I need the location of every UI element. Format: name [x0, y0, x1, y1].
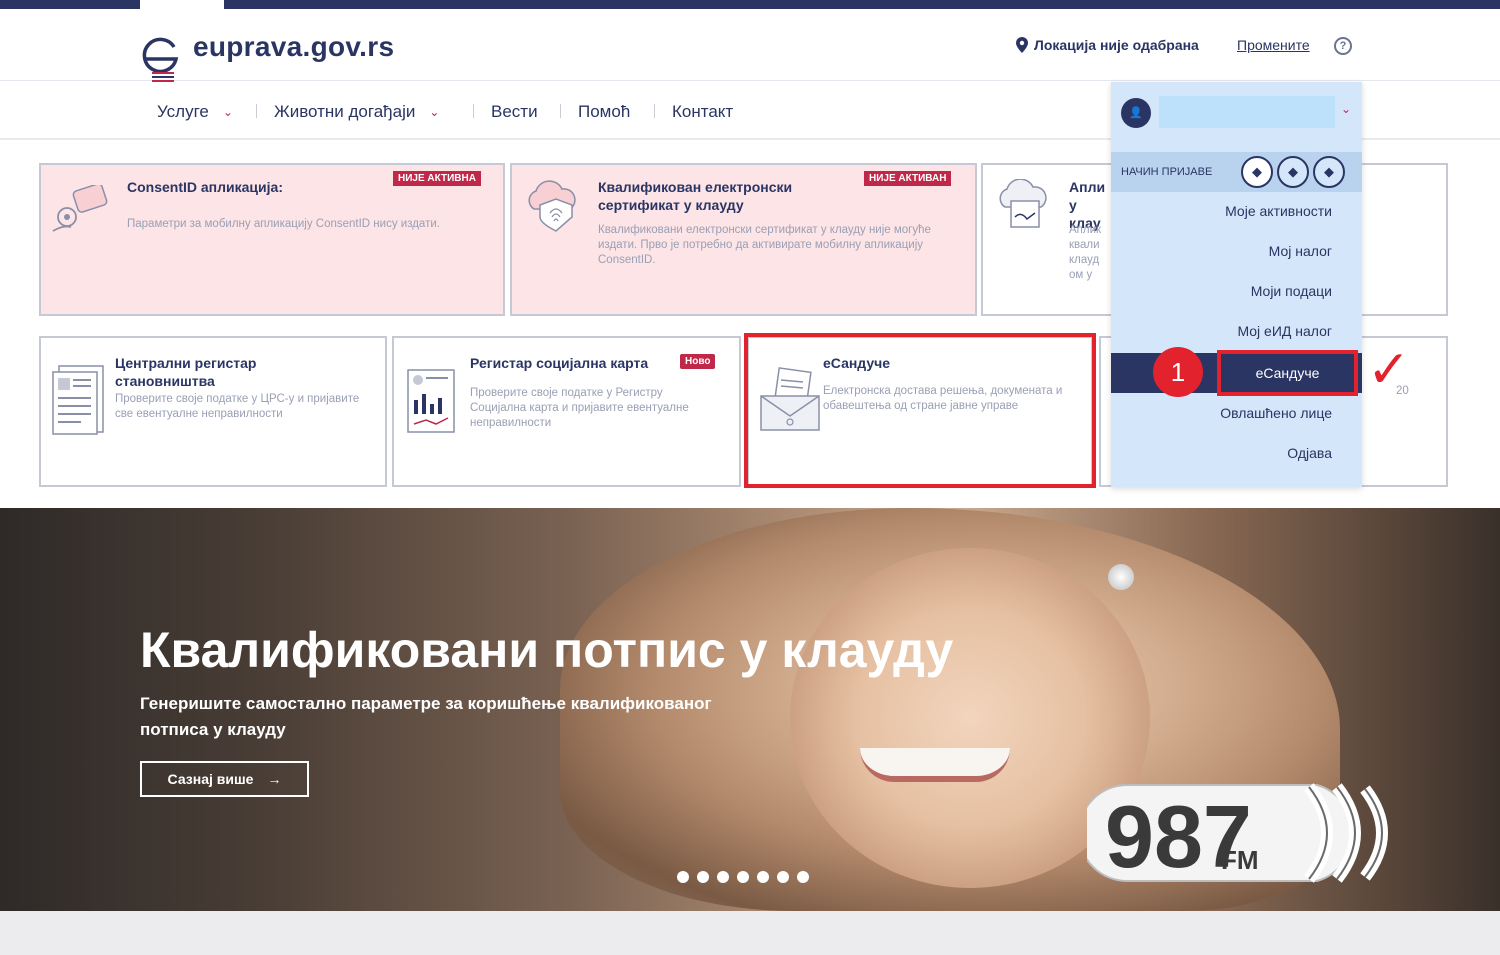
carousel-dot[interactable]: [697, 871, 709, 883]
nav-item-life-events[interactable]: Животни догађаји ⌄: [274, 102, 439, 122]
card-social-card-registry[interactable]: Регистар социјална карта Ново Проверите …: [392, 336, 741, 487]
esanduce-highlight: [744, 333, 1096, 488]
nav-item-help[interactable]: Помоћ: [578, 102, 630, 122]
card-description: Квалификовани електронски сертификат у к…: [598, 224, 931, 266]
card-consentid[interactable]: ConsentID апликација: НИЈЕ АКТИВНА Парам…: [39, 163, 505, 316]
carousel-dot[interactable]: [677, 871, 689, 883]
chevron-down-icon[interactable]: ⌄: [1341, 102, 1351, 116]
carousel-dot[interactable]: [777, 871, 789, 883]
card-title: Квалификован електронски сертификат у кл…: [598, 179, 793, 213]
watermark-unit: FM: [1221, 845, 1259, 875]
menu-item-logout[interactable]: Одјава: [1287, 445, 1332, 461]
status-badge: НИЈЕ АКТИВНА: [393, 171, 481, 186]
nav-item-label: Контакт: [672, 102, 734, 121]
location-text: Локација није одабрана: [1034, 37, 1199, 53]
nav-item-label: Вести: [491, 102, 538, 121]
step-number-badge: 1: [1153, 347, 1203, 397]
nav-divider: [256, 104, 257, 118]
login-method-row: НАЧИН ПРИЈАВЕ ◆ ◆ ◆: [1111, 152, 1362, 192]
carousel-dot[interactable]: [797, 871, 809, 883]
menu-item-esanduce[interactable]: еСандуче: [1217, 350, 1358, 396]
carousel-dot[interactable]: [717, 871, 729, 883]
hero-photo-earring: [1108, 564, 1134, 590]
nav-divider: [473, 104, 474, 118]
chart-document-icon: [407, 369, 455, 433]
help-icon[interactable]: ?: [1334, 37, 1352, 55]
login-method-label: НАЧИН ПРИЈАВЕ: [1121, 166, 1213, 178]
nav-item-news[interactable]: Вести: [491, 102, 538, 122]
hero-photo-smile: [860, 748, 1010, 782]
learn-more-label: Сазнај више: [167, 771, 254, 787]
nav-item-label: Помоћ: [578, 102, 631, 121]
status-badge: НИЈЕ АКТИВАН: [864, 171, 952, 186]
checkmark-icon: ✓: [1367, 341, 1411, 399]
card-central-registry[interactable]: Централни регистар становништва Проверит…: [39, 336, 387, 487]
nav-item-services[interactable]: Услуге ⌄: [157, 102, 233, 122]
menu-item-my-eid-account[interactable]: Мој еИД налог: [1237, 323, 1332, 339]
user-avatar-icon[interactable]: 👤: [1121, 98, 1151, 128]
login-level-3-icon[interactable]: ◆: [1313, 156, 1345, 188]
hero-title: Квалификовани потпис у клауду: [140, 622, 954, 678]
carousel-dots: [677, 871, 809, 883]
nav-item-label: Животни догађаји: [274, 102, 416, 121]
learn-more-button[interactable]: Сазнај више →: [140, 761, 309, 797]
user-menu-dropdown: 👤 ⌄ НАЧИН ПРИЈАВЕ ◆ ◆ ◆ Моје активности …: [1111, 82, 1362, 487]
carousel-dot[interactable]: [757, 871, 769, 883]
location-change-link[interactable]: Промените: [1237, 37, 1310, 53]
location-status: Локација није одабрана: [1016, 37, 1199, 53]
card-cloud-certificate[interactable]: Квалификован електронски сертификат у кл…: [510, 163, 977, 316]
menu-item-my-account[interactable]: Мој налог: [1269, 243, 1332, 259]
carousel-dot[interactable]: [737, 871, 749, 883]
menu-item-my-data[interactable]: Моји подаци: [1251, 283, 1332, 299]
radio-987fm-logo: 987 FM: [1087, 783, 1388, 885]
card-title: Централни регистар становништва: [115, 355, 257, 389]
nav-item-label: Услуге: [157, 102, 209, 121]
site-header: euprava.gov.rs Локација није одабрана Пр…: [0, 9, 1500, 83]
cloud-document-icon: [999, 179, 1047, 228]
card-description: Проверите своје податке у ЦРС-у и пријав…: [115, 393, 360, 420]
cloud-fingerprint-icon: [528, 180, 576, 232]
location-pin-icon: [1016, 37, 1028, 53]
card-description: Параметри за мобилну апликацију ConsentI…: [127, 218, 440, 230]
login-level-2-icon[interactable]: ◆: [1277, 156, 1309, 188]
hero-subtitle: Генеришите самостално параметре за кориш…: [140, 694, 712, 739]
registry-document-icon: [52, 365, 104, 435]
top-accent-gap: [140, 0, 224, 9]
nav-item-contact[interactable]: Контакт: [672, 102, 733, 122]
login-level-1-icon[interactable]: ◆: [1241, 156, 1273, 188]
menu-item-authorized-person[interactable]: Овлашћено лице: [1220, 405, 1332, 421]
chevron-down-icon: ⌄: [222, 105, 233, 119]
card-title: ConsentID апликација:: [127, 179, 283, 195]
arrow-right-icon: →: [267, 771, 282, 787]
chevron-down-icon: ⌄: [429, 105, 440, 119]
card-description: Аплик квали клауд ом у: [1069, 224, 1102, 281]
menu-item-my-activities[interactable]: Моје активности: [1225, 203, 1332, 219]
new-badge: Ново: [680, 354, 716, 369]
card-title: Регистар социјална карта: [470, 355, 649, 371]
card-description: Проверите своје податке у Регистру Социј…: [470, 387, 689, 429]
top-accent-bar: [0, 0, 1500, 9]
mobile-key-icon: [52, 185, 108, 232]
nav-divider: [560, 104, 561, 118]
nav-divider: [654, 104, 655, 118]
footer-band: [0, 911, 1500, 955]
user-menu-header[interactable]: 👤 ⌄: [1111, 82, 1362, 142]
user-name-field[interactable]: [1159, 96, 1335, 128]
logo-text[interactable]: euprava.gov.rs: [193, 31, 394, 63]
euprava-logo-icon[interactable]: [138, 25, 184, 83]
